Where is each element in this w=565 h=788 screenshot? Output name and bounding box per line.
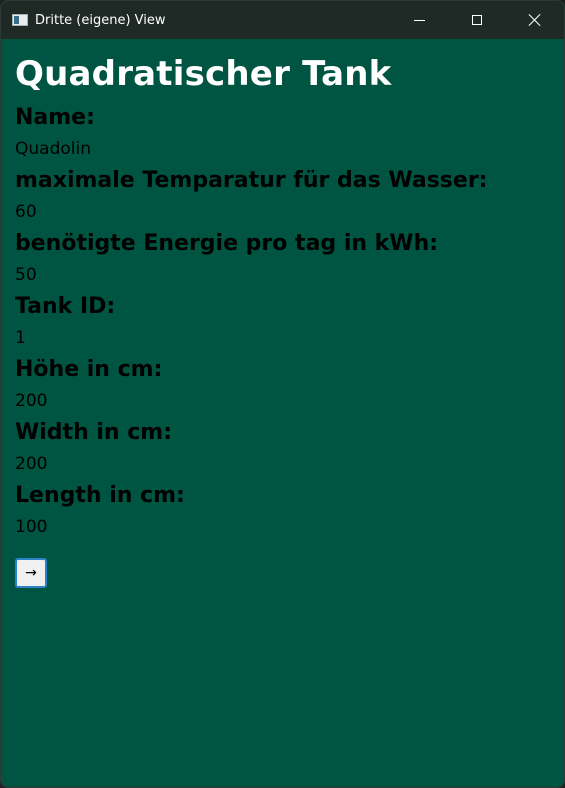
field-max-temperature: maximale Temparatur für das Wasser: 60 [15, 166, 550, 229]
app-window-icon [12, 14, 28, 26]
minimize-button[interactable] [390, 1, 448, 39]
field-label: Tank ID: [15, 294, 116, 319]
field-label: Name: [15, 105, 95, 130]
field-energy-per-day: benötigte Energie pro tag in kWh: 50 [15, 229, 550, 292]
maximize-button[interactable] [448, 1, 506, 39]
field-value: 200 [15, 391, 48, 411]
field-value: 200 [15, 454, 48, 474]
field-label: Length in cm: [15, 483, 185, 508]
field-value: 1 [15, 328, 26, 348]
field-value: 60 [15, 202, 37, 222]
arrow-right-icon: → [25, 565, 37, 581]
main-content: Quadratischer Tank Name: Quadolin maxima… [1, 39, 564, 588]
field-height: Höhe in cm: 200 [15, 355, 550, 418]
field-value: 50 [15, 265, 37, 285]
field-label: benötigte Energie pro tag in kWh: [15, 231, 439, 256]
field-label: maximale Temparatur für das Wasser: [15, 168, 488, 193]
next-button[interactable]: → [15, 558, 47, 588]
app-window: Dritte (eigene) View Quadratischer Tank … [0, 0, 565, 788]
title-bar[interactable]: Dritte (eigene) View [1, 1, 564, 39]
field-tank-id: Tank ID: 1 [15, 292, 550, 355]
field-value: Quadolin [15, 139, 91, 159]
field-value: 100 [15, 517, 48, 537]
field-label: Width in cm: [15, 420, 173, 445]
window-controls [390, 1, 564, 39]
close-icon [528, 13, 542, 27]
field-name: Name: Quadolin [15, 103, 550, 166]
window-title: Dritte (eigene) View [35, 12, 166, 28]
maximize-icon [472, 15, 482, 25]
minimize-icon [413, 19, 425, 21]
field-width: Width in cm: 200 [15, 418, 550, 481]
field-label: Höhe in cm: [15, 357, 163, 382]
close-button[interactable] [506, 1, 564, 39]
page-title: Quadratischer Tank [15, 54, 392, 94]
field-length: Length in cm: 100 [15, 481, 550, 544]
